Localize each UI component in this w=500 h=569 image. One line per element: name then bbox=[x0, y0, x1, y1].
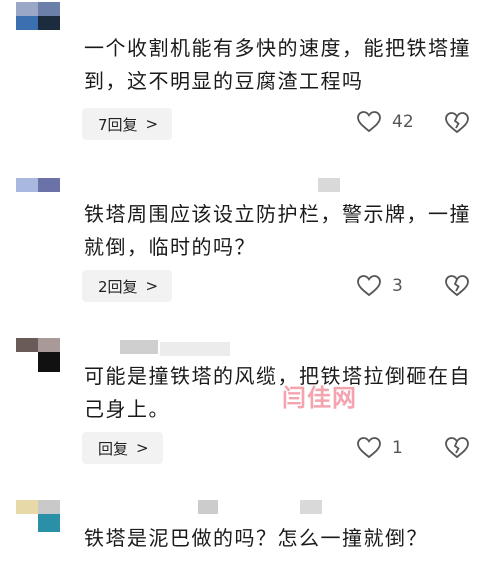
avatar[interactable] bbox=[16, 178, 60, 192]
like-button[interactable]: 1 bbox=[356, 436, 403, 460]
dislike-button[interactable] bbox=[444, 111, 470, 139]
avatar[interactable] bbox=[16, 338, 60, 372]
username[interactable] bbox=[198, 500, 218, 514]
username[interactable] bbox=[120, 340, 158, 354]
dislike-button[interactable] bbox=[444, 274, 470, 302]
comment-text: 铁塔周围应该设立防护栏，警示牌，一撞就倒，临时的吗？ bbox=[84, 202, 471, 259]
dislike-button[interactable] bbox=[444, 436, 470, 464]
like-button[interactable]: 42 bbox=[356, 110, 414, 134]
comment-text: 铁塔是泥巴做的吗？怎么一撞就倒？ bbox=[84, 526, 428, 550]
broken-heart-icon bbox=[445, 112, 469, 134]
broken-heart-icon bbox=[445, 437, 469, 459]
avatar[interactable] bbox=[16, 500, 60, 532]
avatar[interactable] bbox=[16, 2, 60, 30]
reply-button[interactable]: 2回复 > bbox=[82, 270, 173, 302]
comment-text: 一个收割机能有多快的速度，能把铁塔撞到，这不明显的豆腐渣工程吗 bbox=[84, 36, 471, 93]
reply-button[interactable]: 回复 > bbox=[82, 432, 163, 464]
broken-heart-icon bbox=[445, 275, 469, 297]
like-count: 1 bbox=[392, 438, 403, 458]
chevron-right-icon: > bbox=[136, 439, 149, 457]
watermark: 闫佳网 bbox=[282, 384, 357, 412]
heart-outline-icon bbox=[357, 275, 381, 297]
username[interactable] bbox=[318, 178, 340, 192]
like-count: 3 bbox=[392, 276, 403, 296]
like-count: 42 bbox=[392, 112, 414, 132]
reply-label: 回复 bbox=[98, 439, 129, 458]
like-button[interactable]: 3 bbox=[356, 274, 403, 298]
reply-button[interactable]: 7回复 > bbox=[82, 108, 173, 140]
chevron-right-icon: > bbox=[145, 277, 159, 295]
chevron-right-icon: > bbox=[145, 115, 159, 133]
username[interactable] bbox=[300, 500, 322, 514]
reply-label: 7回复 bbox=[98, 115, 138, 134]
username[interactable] bbox=[160, 342, 230, 356]
reply-label: 2回复 bbox=[98, 277, 138, 296]
heart-outline-icon bbox=[357, 437, 381, 459]
heart-outline-icon bbox=[357, 111, 381, 133]
